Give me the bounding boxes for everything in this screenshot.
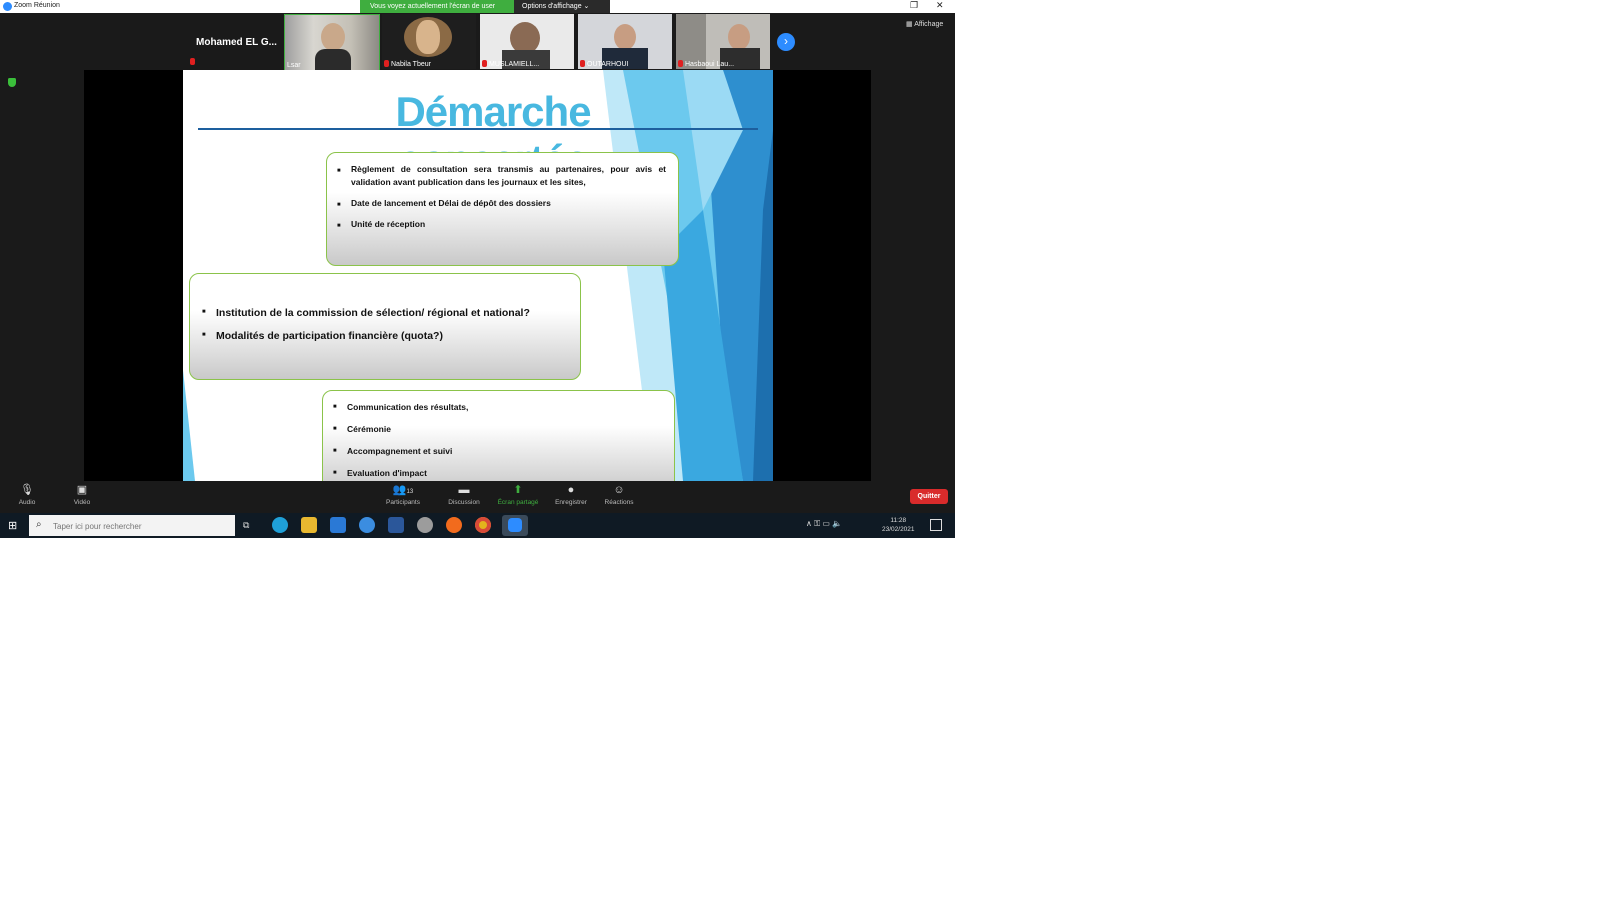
participants-count: 13	[406, 489, 414, 495]
windows-taskbar: ⊞ ⌕ ⧉ ∧ ⚿ ▭ 🔈 11:28 23/02/2021	[0, 513, 955, 538]
participants-label: Participants	[386, 499, 420, 506]
meeting-controls: 🎙 Audio ▣ Vidéo 👥13 Participants ▬ Discu…	[0, 481, 955, 513]
video-tile[interactable]: Lsar	[284, 14, 380, 71]
bullet-item: Communication des résultats,	[333, 402, 662, 412]
bullet-item: Unité de réception	[337, 218, 666, 233]
tile-name: Hasbaoui Lau...	[685, 61, 735, 68]
record-icon: ●	[567, 484, 575, 496]
camera-off-icon: ▣	[76, 484, 88, 496]
bullet-item: Règlement de consultation sera transmis …	[337, 163, 666, 189]
microphone-icon: 🎙	[20, 484, 34, 496]
search-icon: ⌕	[36, 519, 42, 530]
taskbar-search[interactable]: ⌕	[29, 515, 235, 536]
title-divider	[198, 128, 758, 130]
window-title: Zoom Réunion	[14, 2, 60, 9]
shield-icon[interactable]	[8, 78, 16, 87]
windows-start-icon[interactable]: ⊞	[8, 520, 20, 532]
edge-icon[interactable]	[272, 517, 288, 533]
bullet-item: Modalités de participation financière (q…	[202, 330, 568, 342]
system-tray[interactable]: ∧ ⚿ ▭ 🔈	[806, 519, 842, 529]
chat-label: Discussion	[448, 499, 480, 506]
video-tile[interactable]: Nabila Tbeur	[382, 14, 476, 69]
participants-button[interactable]: 👥13 Participants	[378, 484, 428, 506]
layout-label: Affichage	[914, 21, 944, 28]
bullet-item: Institution de la commission de sélectio…	[202, 307, 568, 319]
participants-icon: 👥13	[392, 484, 414, 496]
muted-mic-icon	[482, 60, 487, 67]
video-tile[interactable]: MUSLAMIELL...	[480, 14, 574, 69]
settings-icon[interactable]	[417, 517, 433, 533]
muted-mic-icon	[678, 60, 683, 67]
video-tile[interactable]: Hasbaoui Lau...	[676, 14, 770, 69]
zoom-window: Zoom Réunion Vous voyez actuellement l'é…	[0, 0, 955, 538]
muted-mic-icon	[384, 60, 389, 67]
task-view-icon[interactable]: ⧉	[243, 517, 259, 533]
layout-button[interactable]: ▦ Affichage	[906, 20, 943, 28]
muted-mic-icon	[580, 60, 585, 67]
info-box: Institution de la commission de sélectio…	[189, 273, 581, 380]
notification-icon[interactable]	[930, 519, 942, 531]
participant-strip: Mohamed EL G... Lsar Nabila Tbeur MUSLAM…	[0, 13, 955, 71]
bullet-item: Evaluation d'impact	[333, 468, 662, 478]
audio-label: Audio	[18, 499, 36, 506]
video-button[interactable]: ▣ Vidéo	[57, 484, 107, 506]
tile-name: Nabila Tbeur	[391, 61, 431, 68]
active-speaker-name: Mohamed EL G...	[196, 37, 277, 48]
tile-name: OUTARHOUI	[587, 61, 629, 68]
title-bar: Zoom Réunion Vous voyez actuellement l'é…	[0, 0, 955, 13]
tile-name: MUSLAMIELL...	[489, 61, 540, 68]
bullet-item: Cérémonie	[333, 424, 662, 434]
mail-icon[interactable]	[330, 517, 346, 533]
close-icon[interactable]: ✕	[936, 0, 944, 11]
record-label: Enregistrer	[555, 499, 587, 506]
file-explorer-icon[interactable]	[301, 517, 317, 533]
word-icon[interactable]	[388, 517, 404, 533]
search-input[interactable]	[51, 518, 225, 534]
chrome-icon[interactable]	[475, 517, 491, 533]
bullet-item: Accompagnement et suivi	[333, 446, 662, 456]
share-screen-button[interactable]: ⬆ Écran partagé	[493, 484, 543, 506]
tile-name: Lsar	[287, 62, 301, 69]
shared-screen: Démarche concertée Règlement de consulta…	[84, 70, 871, 481]
presentation-slide: Démarche concertée Règlement de consulta…	[183, 70, 773, 481]
zoom-logo-icon	[3, 2, 12, 11]
audio-button[interactable]: 🎙 Audio	[2, 484, 52, 506]
clock-time: 11:28	[890, 517, 907, 524]
share-screen-icon: ⬆	[513, 484, 523, 496]
muted-mic-icon	[190, 58, 195, 65]
reactions-button[interactable]: ☺ Réactions	[594, 484, 644, 506]
info-box: Règlement de consultation sera transmis …	[326, 152, 679, 266]
video-tile[interactable]: OUTARHOUI	[578, 14, 672, 69]
zoom-taskbar-icon[interactable]	[502, 515, 528, 536]
restore-icon[interactable]: ❐	[910, 0, 918, 11]
grid-icon: ▦	[906, 21, 913, 28]
info-box: Communication des résultats, Cérémonie A…	[322, 390, 675, 481]
smiley-icon: ☺	[613, 484, 625, 496]
screen-share-notice: Vous voyez actuellement l'écran de user	[360, 0, 514, 13]
bullet-item: Date de lancement et Délai de dépôt des …	[337, 197, 666, 212]
video-label: Vidéo	[73, 499, 91, 506]
chat-icon: ▬	[458, 484, 470, 496]
share-label: Écran partagé	[497, 499, 539, 506]
system-clock[interactable]: 11:28 23/02/2021	[882, 516, 915, 534]
firefox-icon[interactable]	[446, 517, 462, 533]
leave-button[interactable]: Quitter	[910, 489, 948, 504]
chat-button[interactable]: ▬ Discussion	[439, 484, 489, 506]
clock-date: 23/02/2021	[882, 526, 915, 533]
record-button[interactable]: ● Enregistrer	[546, 484, 596, 506]
browser-icon[interactable]	[359, 517, 375, 533]
view-options-button[interactable]: Options d'affichage ⌄	[514, 0, 610, 13]
next-page-button[interactable]: ›	[777, 33, 795, 51]
reactions-label: Réactions	[604, 499, 634, 506]
